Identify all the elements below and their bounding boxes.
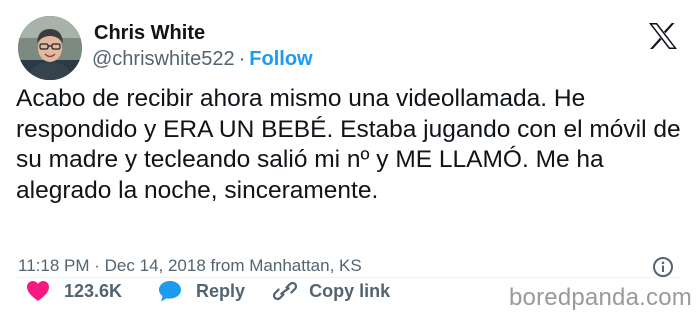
author-handle-row: @chriswhite522 · Follow: [92, 48, 313, 71]
like-count: 123.6K: [64, 280, 123, 301]
tweet-location: from Manhattan, KS: [210, 256, 362, 275]
tweet-meta: 11:18 PM · Dec 14, 2018 from Manhattan, …: [18, 256, 362, 276]
x-logo-icon[interactable]: [648, 22, 678, 50]
divider: [16, 277, 680, 278]
copy-link-button[interactable]: Copy link: [273, 280, 390, 302]
watermark: boredpanda.com: [509, 284, 692, 311]
action-bar: 123.6K Reply Copy link: [26, 280, 390, 302]
avatar[interactable]: [18, 16, 82, 80]
handle-separator: ·: [238, 48, 246, 70]
avatar-photo: [18, 16, 82, 80]
reply-label: Reply: [196, 280, 246, 301]
author-name[interactable]: Chris White: [94, 22, 205, 45]
info-icon[interactable]: [652, 256, 674, 278]
copy-link-label: Copy link: [309, 280, 391, 301]
heart-icon: [27, 281, 49, 301]
tweet-date[interactable]: Dec 14, 2018: [105, 256, 206, 275]
like-button[interactable]: 123.6K: [26, 280, 122, 302]
tweet-text: Acabo de recibir ahora mismo una videoll…: [16, 85, 681, 204]
tweet-time[interactable]: 11:18 PM: [18, 256, 90, 275]
reply-button[interactable]: Reply: [158, 280, 245, 302]
link-icon: [273, 281, 298, 301]
follow-button[interactable]: Follow: [249, 48, 312, 70]
author-handle[interactable]: @chriswhite522: [92, 48, 235, 70]
reply-bubble-icon: [159, 281, 182, 302]
meta-separator: ·: [94, 256, 100, 275]
